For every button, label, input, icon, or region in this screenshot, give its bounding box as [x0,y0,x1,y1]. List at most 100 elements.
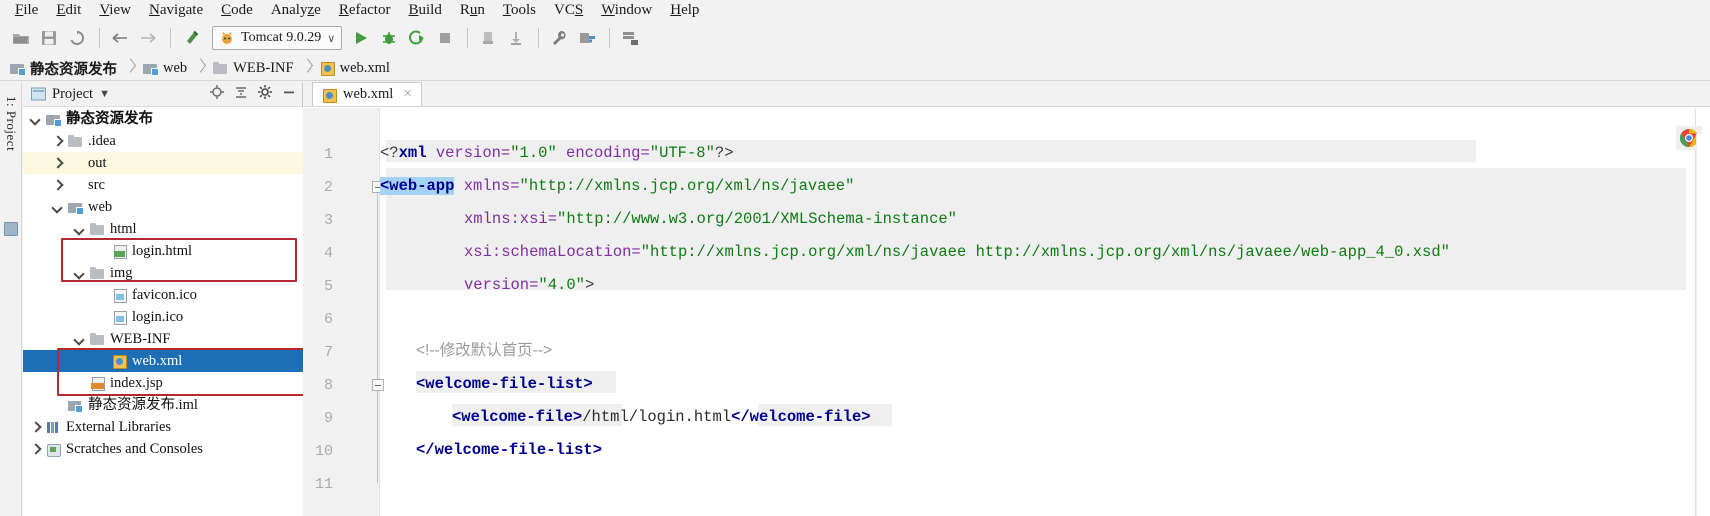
run-icon[interactable] [348,25,374,51]
back-arrow-icon[interactable] [107,25,133,51]
sidebar-tab-project[interactable]: 1: Project [0,96,22,216]
code-l3-xsi-attr: xmlns:xsi= [464,210,558,228]
line-number: 5 [323,278,333,295]
build-hammer-icon[interactable] [178,25,204,51]
code-l5-gt: > [584,276,595,294]
attach-debugger-icon [503,25,529,51]
chevron-right-icon[interactable] [51,179,63,191]
tree-item-index-jsp[interactable]: index.jsp [23,372,303,394]
menu-window-mnemonic: W [601,2,615,18]
menu-item-navigate[interactable]: Navigate [140,0,212,20]
chevron-right-icon[interactable] [29,443,41,455]
wrench-settings-icon[interactable] [546,25,572,51]
editor-gutter: 1 2 3 4 5 6 7 8 9 10 11 [304,108,384,516]
editor-scrollbar[interactable] [1696,134,1710,516]
tree-item-login-html[interactable]: login.html [23,240,303,262]
breadcrumb-label-project: 静态资源发布 [30,61,117,78]
close-icon[interactable]: × [403,86,411,103]
tree-item-html[interactable]: html [23,218,303,240]
chevron-right-icon[interactable] [51,135,63,147]
run-configuration-selector[interactable]: Tomcat 9.0.29 ∨ [212,26,343,50]
menu-item-run[interactable]: Run [451,0,494,20]
chevron-down-icon[interactable] [29,113,41,125]
breadcrumb-item-webxml[interactable]: web.xml [318,60,392,77]
tree-item-label: Scratches and Consoles [66,441,203,457]
project-structure-icon[interactable] [574,25,600,51]
menu-item-refactor[interactable]: Refactor [330,0,400,20]
tree-item-label: WEB-INF [110,331,171,347]
tree-item-external-libraries[interactable]: External Libraries [23,416,303,438]
code-editor[interactable]: 1 2 3 4 5 6 7 8 9 10 11 <?xml version="1… [304,108,1710,516]
chevron-down-icon[interactable] [73,333,85,345]
tree-item-iml[interactable]: 静态资源发布.iml [23,394,303,416]
editor-tab-webxml[interactable]: web.xml × [312,82,422,106]
menu-item-window[interactable]: Window [592,0,661,20]
chevron-right-icon[interactable] [51,157,63,169]
iml-icon [68,398,83,413]
stop-icon [432,25,458,51]
tree-item-[interactable]: 静态资源发布 [23,108,303,130]
line-number: 8 [323,377,333,394]
tree-item-login-ico[interactable]: login.ico [23,306,303,328]
code-l5-version-val: "4.0" [538,276,585,294]
code-line-1: <?xml version="1.0" encoding="UTF-8"?> [380,144,734,162]
tree-item-src[interactable]: src [23,174,303,196]
tree-item-img[interactable]: img [23,262,303,284]
debug-icon[interactable] [376,25,402,51]
scratch-icon [46,442,61,457]
chevron-down-icon[interactable]: ▼ [99,88,110,100]
structure-toolwindow-icon[interactable] [4,222,18,236]
tree-item-out[interactable]: out [23,152,303,174]
menu-window-rest: indow [614,2,653,18]
collapse-all-icon[interactable] [234,85,248,104]
xml-file-icon [320,61,335,76]
menu-help-rest: elp [681,2,700,18]
tree-item-label: External Libraries [66,419,172,435]
chevron-down-icon[interactable] [51,201,63,213]
chevron-right-icon[interactable] [29,421,41,433]
code-l1-encoding-attr: encoding= [556,144,650,162]
tree-item-label: out [88,155,107,171]
menu-item-analyze[interactable]: Analyze [262,0,330,20]
chevron-down-icon[interactable] [73,223,85,235]
save-icon[interactable] [36,25,62,51]
open-folder-icon[interactable] [8,25,34,51]
menu-analyze-rest: e [314,2,321,18]
tree-item-label: web [88,199,113,215]
locate-icon[interactable] [210,84,224,104]
tree-item-favicon-ico[interactable]: favicon.ico [23,284,303,306]
tree-item-label: .idea [88,133,116,149]
code-l2-xmlns-attr: xmlns= [454,177,520,195]
tree-item-idea[interactable]: .idea [23,130,303,152]
menu-navigate-rest: avigate [159,2,204,18]
run-with-coverage-icon[interactable] [404,25,430,51]
breadcrumb-item-project[interactable]: 静态资源发布 [8,58,119,79]
sync-icon[interactable] [64,25,90,51]
chevron-down-icon[interactable]: ∨ [327,32,335,45]
menu-item-vcs[interactable]: VCS [545,0,592,20]
tree-item-web[interactable]: web [23,196,303,218]
hide-icon[interactable] [282,85,296,104]
menu-item-tools[interactable]: Tools [494,0,545,20]
code-l5-version-attr: version= [464,276,539,294]
menu-item-help[interactable]: Help [661,0,708,20]
menu-item-file[interactable]: File [6,0,47,20]
menu-item-build[interactable]: Build [399,0,450,20]
breadcrumb-item-web[interactable]: web [141,60,189,77]
project-tree[interactable]: 静态资源发布 .idea out src web html login.html img fav… [23,108,303,516]
menu-item-view[interactable]: View [90,0,140,20]
tree-item-web-inf[interactable]: WEB-INF [23,328,303,350]
breadcrumb-item-webinf[interactable]: WEB-INF [211,60,295,77]
code-l7-comment: <!--修改默认首页--> [416,342,553,359]
menu-build-mnemonic: B [408,2,419,18]
tree-item-scratches-and-consoles[interactable]: Scratches and Consoles [23,438,303,460]
menu-item-code[interactable]: Code [212,0,262,20]
line-number: 9 [323,410,333,427]
chevron-down-icon[interactable] [73,267,85,279]
forward-arrow-icon[interactable] [135,25,161,51]
tree-item-web-xml[interactable]: web.xml [23,350,303,372]
sdk-manager-icon[interactable] [617,25,643,51]
settings-gear-icon[interactable] [258,84,272,104]
menu-item-edit[interactable]: Edit [47,0,90,20]
